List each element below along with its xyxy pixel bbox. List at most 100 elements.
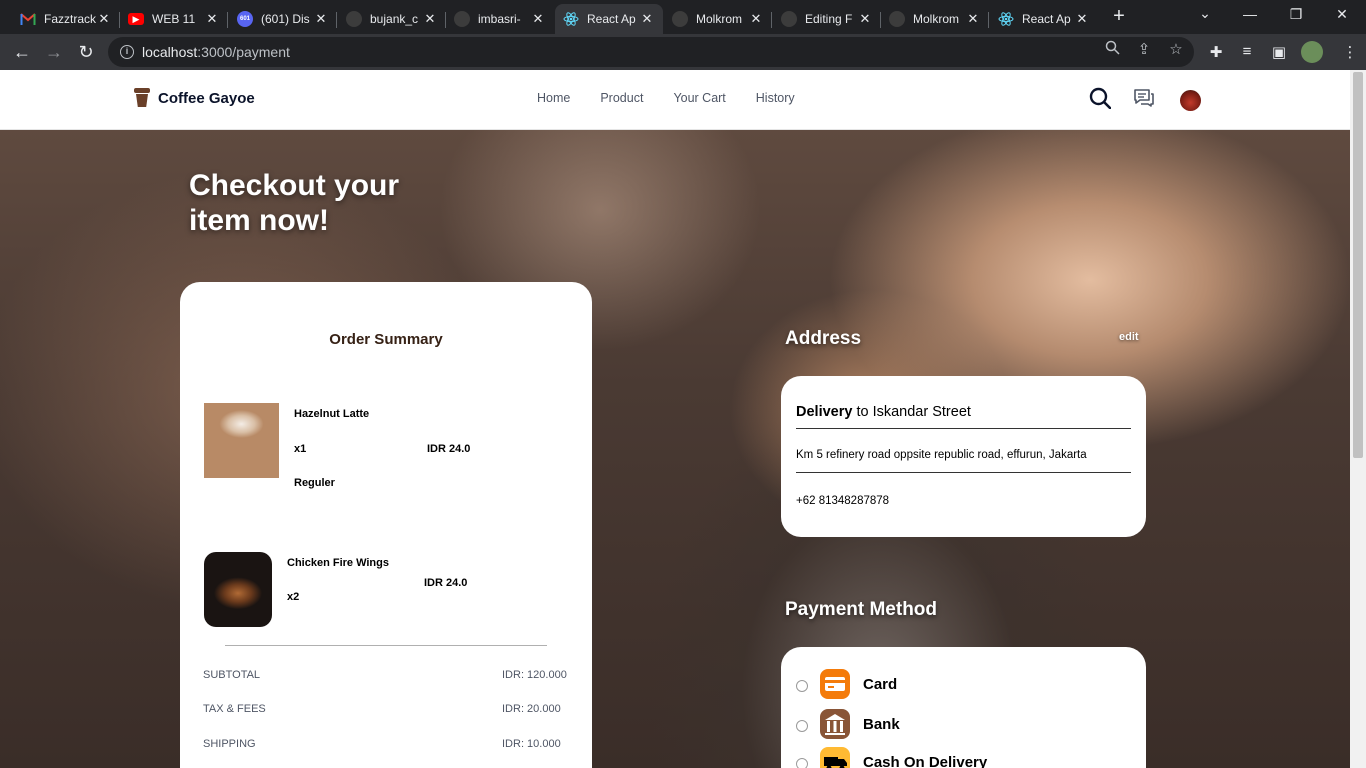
browser-menu-icon[interactable]: ⋮ (1340, 43, 1360, 61)
browser-tab-bar: Fazztrack ✕ ▶ WEB 11 ✕ 601 (601) Dis ✕ b… (0, 0, 1366, 34)
payment-option-cash-on-delivery[interactable]: Cash On Delivery (796, 747, 987, 768)
nav-product[interactable]: Product (600, 91, 643, 105)
zoom-icon[interactable] (1102, 40, 1122, 59)
address-card: Delivery to Iskandar Street Km 5 refiner… (781, 376, 1146, 537)
browser-tab[interactable]: Molkrom ✕ (881, 4, 989, 34)
page-scrollbar[interactable] (1350, 70, 1366, 768)
item-name: Hazelnut Latte (294, 408, 370, 420)
youtube-icon: ▶ (128, 13, 144, 25)
address-title: Address (785, 328, 862, 349)
media-control-icon[interactable]: ≡ (1237, 43, 1257, 60)
close-tab-icon[interactable]: ✕ (96, 11, 112, 27)
radio-button[interactable] (796, 720, 808, 732)
back-icon[interactable]: ← (10, 40, 34, 64)
nav-history[interactable]: History (756, 91, 795, 105)
bank-icon (820, 709, 850, 739)
page-title: Checkout your item now! (189, 169, 400, 237)
hazelnut-latte-image (204, 403, 279, 478)
address-bar[interactable]: i localhost:3000/payment (108, 37, 1194, 67)
item-size: Reguler (294, 477, 335, 489)
delivery-heading: Delivery to Iskandar Street (796, 404, 971, 420)
browser-toolbar: ← → ↻ i localhost:3000/payment ⇪ ☆ ✚ ≡ ▣… (0, 34, 1366, 70)
order-summary-card: Order Summary Hazelnut Latte x1 IDR 24.0… (180, 282, 592, 768)
chicken-fire-wings-image (204, 552, 272, 627)
close-tab-icon[interactable]: ✕ (1074, 11, 1090, 27)
tax-fees-value: IDR: 20.000 (502, 703, 561, 715)
scrollbar-thumb[interactable] (1353, 72, 1363, 458)
brand-logo[interactable]: Coffee Gayoe (134, 88, 255, 108)
react-icon (998, 11, 1014, 27)
close-tab-icon[interactable]: ✕ (313, 11, 329, 27)
browser-tab-active[interactable]: React Ap ✕ (555, 4, 663, 34)
github-icon (781, 11, 797, 27)
react-icon (563, 11, 579, 27)
divider (225, 645, 547, 646)
page-viewport: Coffee Gayoe Home Product Your Cart Hist… (0, 70, 1350, 768)
delivery-icon (820, 747, 850, 768)
coffee-cup-icon (134, 88, 150, 108)
item-quantity: x1 (294, 443, 307, 455)
browser-tab[interactable]: bujank_c ✕ (338, 4, 446, 34)
browser-tab[interactable]: Editing F ✕ (773, 4, 881, 34)
item-name: Chicken Fire Wings (287, 557, 389, 569)
forward-icon[interactable]: → (42, 40, 66, 64)
divider (796, 428, 1131, 429)
minimize-icon[interactable]: — (1240, 6, 1260, 22)
card-icon (820, 669, 850, 699)
shipping-value: IDR: 10.000 (502, 738, 561, 750)
close-tab-icon[interactable]: ✕ (204, 11, 220, 27)
item-price: IDR 24.0 (424, 577, 468, 589)
browser-tab[interactable]: imbasri- ✕ (446, 4, 554, 34)
payment-option-card[interactable]: Card (796, 669, 897, 699)
tab-search-chevron-icon[interactable]: ⌄ (1195, 5, 1215, 22)
nav-your-cart[interactable]: Your Cart (673, 91, 725, 105)
nav-home[interactable]: Home (537, 91, 570, 105)
payment-option-bank[interactable]: Bank (796, 709, 900, 739)
subtotal-label: SUBTOTAL (203, 669, 261, 681)
github-icon (672, 11, 688, 27)
reload-icon[interactable]: ↻ (74, 40, 98, 64)
tax-fees-label: TAX & FEES (203, 703, 266, 715)
bookmark-star-icon[interactable]: ☆ (1166, 40, 1186, 58)
share-icon[interactable]: ⇪ (1134, 40, 1154, 58)
github-icon (889, 11, 905, 27)
close-tab-icon[interactable]: ✕ (748, 11, 764, 27)
new-tab-icon[interactable]: + (1109, 6, 1129, 26)
radio-button[interactable] (796, 758, 808, 768)
discord-icon: 601 (237, 11, 253, 27)
close-tab-icon[interactable]: ✕ (422, 11, 438, 27)
address-street: Km 5 refinery road oppsite republic road… (796, 449, 1087, 461)
site-info-icon[interactable]: i (120, 45, 134, 59)
main-menu: Home Product Your Cart History (537, 91, 825, 105)
chat-icon[interactable] (1133, 88, 1155, 114)
browser-tab[interactable]: React Ap ✕ (990, 4, 1098, 34)
shipping-label: SHIPPING (203, 738, 256, 750)
gmail-icon (20, 11, 36, 27)
extensions-icon[interactable]: ✚ (1206, 43, 1226, 61)
item-price: IDR 24.0 (427, 443, 471, 455)
divider (796, 472, 1131, 473)
close-tab-icon[interactable]: ✕ (965, 11, 981, 27)
browser-tab[interactable]: Molkrom ✕ (664, 4, 772, 34)
user-avatar[interactable] (1180, 90, 1201, 111)
restore-icon[interactable]: ❐ (1286, 6, 1306, 23)
order-summary-title: Order Summary (329, 331, 443, 348)
github-icon (454, 11, 470, 27)
browser-tab[interactable]: ▶ WEB 11 ✕ (120, 4, 228, 34)
edit-address-link[interactable]: edit (1119, 331, 1139, 343)
profile-avatar[interactable] (1301, 41, 1323, 63)
close-tab-icon[interactable]: ✕ (857, 11, 873, 27)
site-navbar: Coffee Gayoe Home Product Your Cart Hist… (0, 70, 1350, 130)
browser-tab[interactable]: 601 (601) Dis ✕ (229, 4, 337, 34)
close-window-icon[interactable]: ✕ (1332, 6, 1352, 23)
close-tab-icon[interactable]: ✕ (639, 11, 655, 27)
side-panel-icon[interactable]: ▣ (1269, 43, 1289, 61)
search-icon[interactable] (1089, 87, 1112, 113)
radio-button[interactable] (796, 680, 808, 692)
hero-background-image: Checkout your item now! Order Summary Ha… (0, 130, 1350, 768)
payment-method-title: Payment Method (785, 599, 938, 620)
close-tab-icon[interactable]: ✕ (530, 11, 546, 27)
subtotal-value: IDR: 120.000 (502, 669, 567, 681)
browser-tab[interactable]: Fazztrack ✕ (12, 4, 120, 34)
payment-method-card: Card Bank Cash On Delivery (781, 647, 1146, 768)
